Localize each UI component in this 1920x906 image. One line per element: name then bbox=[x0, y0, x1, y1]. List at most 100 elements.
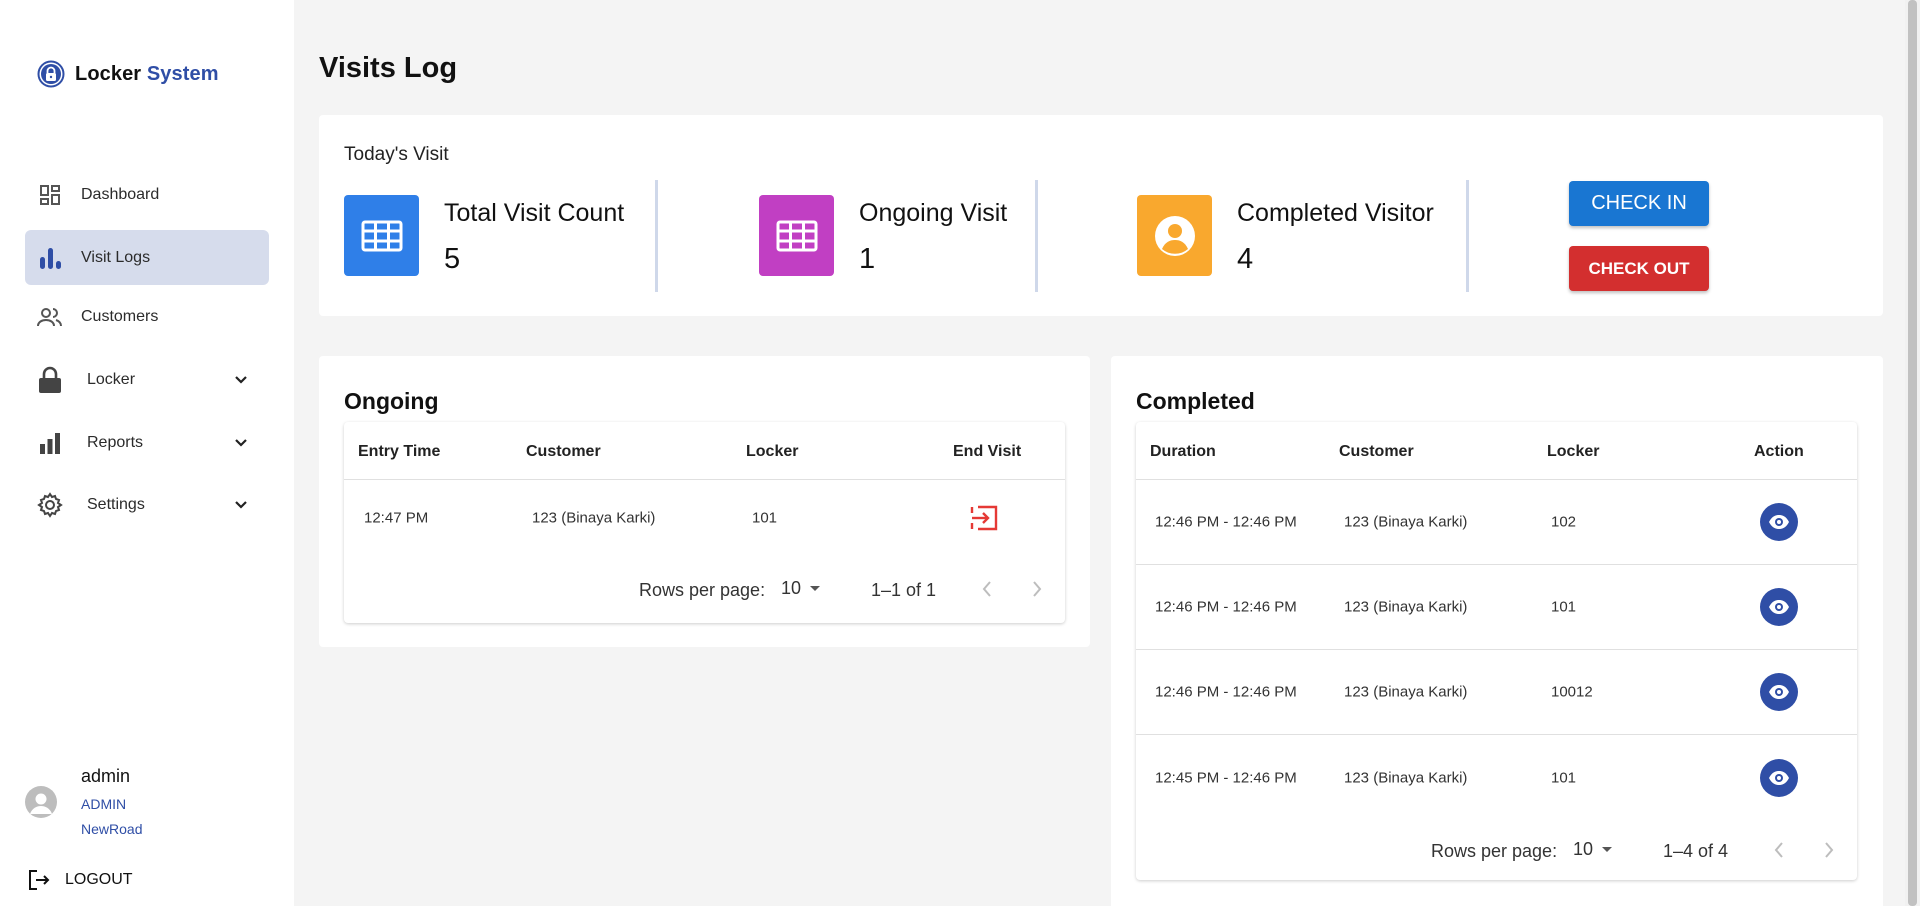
column-header[interactable]: Duration bbox=[1150, 443, 1216, 461]
divider bbox=[1035, 180, 1038, 292]
sidebar-item-reports[interactable]: Reports bbox=[25, 415, 269, 470]
chevron-down-icon[interactable] bbox=[231, 433, 251, 453]
pagination-range: 1–4 of 4 bbox=[1663, 841, 1729, 861]
sidebar-item-customers[interactable]: Customers bbox=[25, 289, 269, 344]
todays-visit-card: Today's Visit Total Visit Count 5 Ongoin… bbox=[319, 115, 1883, 316]
column-header[interactable]: Customer bbox=[1339, 443, 1414, 461]
rows-per-page-label: Rows per page: bbox=[1431, 841, 1558, 861]
rows-per-page-value: 10 bbox=[781, 578, 802, 598]
column-header[interactable]: Customer bbox=[526, 443, 601, 461]
table-row: 12:46 PM - 12:46 PM 123 (Binaya Karki) 1… bbox=[1136, 480, 1857, 565]
locker-cell: 101 bbox=[1551, 769, 1577, 786]
brand[interactable]: Locker System bbox=[37, 60, 219, 88]
stat-label: Total Visit Count bbox=[444, 199, 625, 227]
divider bbox=[655, 180, 658, 292]
pagination-range: 1–1 of 1 bbox=[871, 580, 937, 600]
lock-icon bbox=[37, 366, 63, 393]
view-button[interactable] bbox=[1760, 503, 1798, 541]
table-row: 12:45 PM - 12:46 PM 123 (Binaya Karki) 1… bbox=[1136, 735, 1857, 820]
chevron-down-icon[interactable] bbox=[231, 495, 251, 515]
rows-per-page-select[interactable]: 10 bbox=[781, 578, 821, 599]
person-icon bbox=[1137, 195, 1212, 276]
grid-icon bbox=[344, 195, 419, 276]
sidebar-item-label: Locker bbox=[87, 370, 136, 388]
divider bbox=[1466, 180, 1469, 292]
caret-down-icon bbox=[810, 585, 821, 591]
customer-cell: 123 (Binaya Karki) bbox=[532, 509, 656, 526]
stat-ongoing-visit: Ongoing Visit 1 bbox=[759, 195, 1007, 277]
eye-icon bbox=[1769, 685, 1789, 699]
locker-cell: 101 bbox=[1551, 598, 1577, 616]
column-header[interactable]: Action bbox=[1754, 443, 1804, 461]
column-header[interactable]: Locker bbox=[1547, 443, 1599, 461]
user-branch: NewRoad bbox=[81, 821, 143, 837]
view-button[interactable] bbox=[1760, 758, 1798, 797]
pagination: Rows per page: 10 1–1 of 1 bbox=[344, 567, 1065, 615]
stat-completed-visitor: Completed Visitor 4 bbox=[1137, 195, 1434, 277]
next-page-icon[interactable] bbox=[1025, 577, 1049, 601]
dashboard-icon bbox=[37, 182, 63, 208]
brand-name-part2: System bbox=[146, 62, 219, 85]
previous-page-icon[interactable] bbox=[1767, 838, 1791, 862]
stat-value: 4 bbox=[1237, 243, 1254, 275]
exit-icon bbox=[970, 505, 998, 530]
bar-chart-icon bbox=[37, 245, 63, 271]
table-row: 12:46 PM - 12:46 PM 123 (Binaya Karki) 1… bbox=[1136, 565, 1857, 650]
sidebar-item-visit-logs[interactable]: Visit Logs bbox=[25, 230, 269, 285]
completed-table: Duration Customer Locker Action 12:46 PM… bbox=[1136, 422, 1857, 880]
avatar[interactable] bbox=[25, 786, 57, 818]
sidebar-item-label: Customers bbox=[81, 307, 159, 325]
people-icon bbox=[37, 304, 63, 330]
stat-value: 5 bbox=[444, 243, 461, 275]
sidebar: Locker System Dashboard Visit Logs Custo… bbox=[0, 0, 294, 906]
view-button[interactable] bbox=[1760, 673, 1798, 711]
logout-button[interactable]: LOGOUT bbox=[27, 868, 133, 892]
rows-per-page-select[interactable]: 10 bbox=[1573, 839, 1613, 860]
page-title: Visits Log bbox=[319, 52, 458, 84]
pagination: Rows per page: 10 1–4 of 4 bbox=[1136, 828, 1857, 876]
column-header[interactable]: Entry Time bbox=[358, 443, 440, 461]
eye-icon bbox=[1769, 515, 1789, 529]
duration-cell: 12:46 PM - 12:46 PM bbox=[1155, 513, 1297, 531]
chevron-down-icon[interactable] bbox=[231, 370, 251, 390]
grid-icon bbox=[759, 195, 834, 276]
logout-label: LOGOUT bbox=[65, 871, 133, 888]
customer-cell: 123 (Binaya Karki) bbox=[1344, 598, 1468, 616]
column-header[interactable]: Locker bbox=[746, 443, 798, 461]
eye-icon bbox=[1769, 770, 1789, 785]
entry-time-cell: 12:47 PM bbox=[364, 509, 429, 526]
end-visit-button[interactable] bbox=[967, 503, 1001, 533]
duration-cell: 12:46 PM - 12:46 PM bbox=[1155, 683, 1297, 701]
table-row: 12:47 PM 123 (Binaya Karki) 101 bbox=[344, 480, 1065, 555]
previous-page-icon[interactable] bbox=[975, 577, 999, 601]
ongoing-card: Ongoing Entry Time Customer Locker End V… bbox=[319, 356, 1090, 647]
duration-cell: 12:45 PM - 12:46 PM bbox=[1155, 769, 1297, 786]
check-in-button[interactable]: CHECK IN bbox=[1569, 181, 1709, 226]
rows-per-page-label: Rows per page: bbox=[639, 580, 766, 600]
sidebar-item-label: Visit Logs bbox=[81, 248, 151, 266]
locker-cell: 102 bbox=[1551, 513, 1577, 531]
page-scrollbar[interactable] bbox=[1905, 0, 1920, 906]
sidebar-item-locker[interactable]: Locker bbox=[25, 352, 269, 407]
caret-down-icon bbox=[1602, 846, 1613, 852]
stat-label: Completed Visitor bbox=[1237, 199, 1434, 227]
sidebar-item-label: Dashboard bbox=[81, 185, 160, 203]
ongoing-title: Ongoing bbox=[344, 388, 439, 414]
sidebar-item-dashboard[interactable]: Dashboard bbox=[25, 167, 269, 222]
logout-icon bbox=[29, 870, 50, 890]
todays-visit-title: Today's Visit bbox=[344, 144, 449, 165]
column-header[interactable]: End Visit bbox=[953, 443, 1021, 461]
stat-value: 1 bbox=[859, 243, 876, 275]
scrollbar-thumb[interactable] bbox=[1908, 0, 1917, 906]
next-page-icon[interactable] bbox=[1817, 838, 1841, 862]
duration-cell: 12:46 PM - 12:46 PM bbox=[1155, 598, 1297, 616]
customer-cell: 123 (Binaya Karki) bbox=[1344, 683, 1468, 701]
sidebar-item-label: Reports bbox=[87, 433, 144, 451]
user-name: admin bbox=[81, 766, 131, 786]
view-button[interactable] bbox=[1760, 588, 1798, 626]
check-out-button[interactable]: CHECK OUT bbox=[1569, 246, 1709, 291]
completed-card: Completed Duration Customer Locker Actio… bbox=[1111, 356, 1883, 906]
ongoing-table: Entry Time Customer Locker End Visit 12:… bbox=[344, 422, 1065, 623]
sidebar-item-settings[interactable]: Settings bbox=[25, 477, 269, 532]
customer-cell: 123 (Binaya Karki) bbox=[1344, 513, 1468, 531]
